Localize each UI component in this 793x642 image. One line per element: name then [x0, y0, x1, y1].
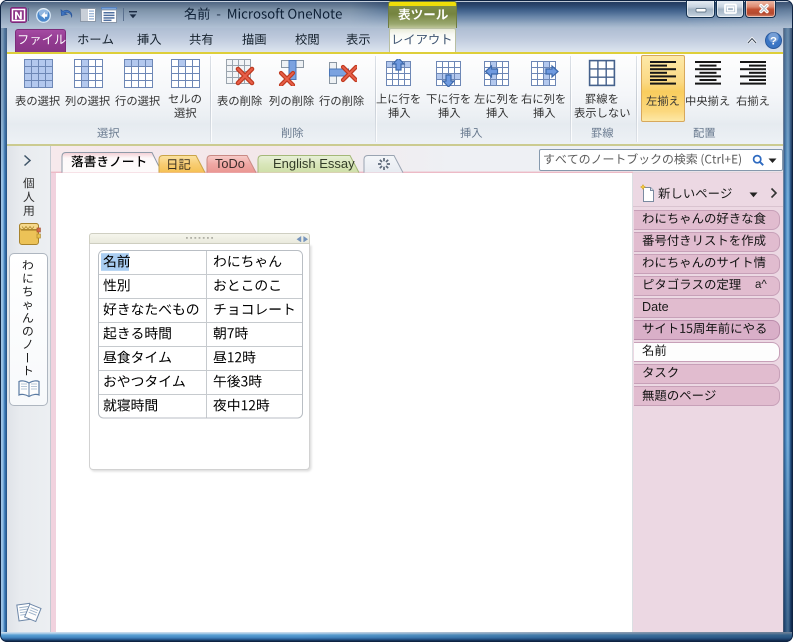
svg-text:English Essay: English Essay — [273, 156, 355, 171]
svg-text:?: ? — [770, 35, 777, 47]
svg-text:ToDo: ToDo — [215, 156, 245, 171]
